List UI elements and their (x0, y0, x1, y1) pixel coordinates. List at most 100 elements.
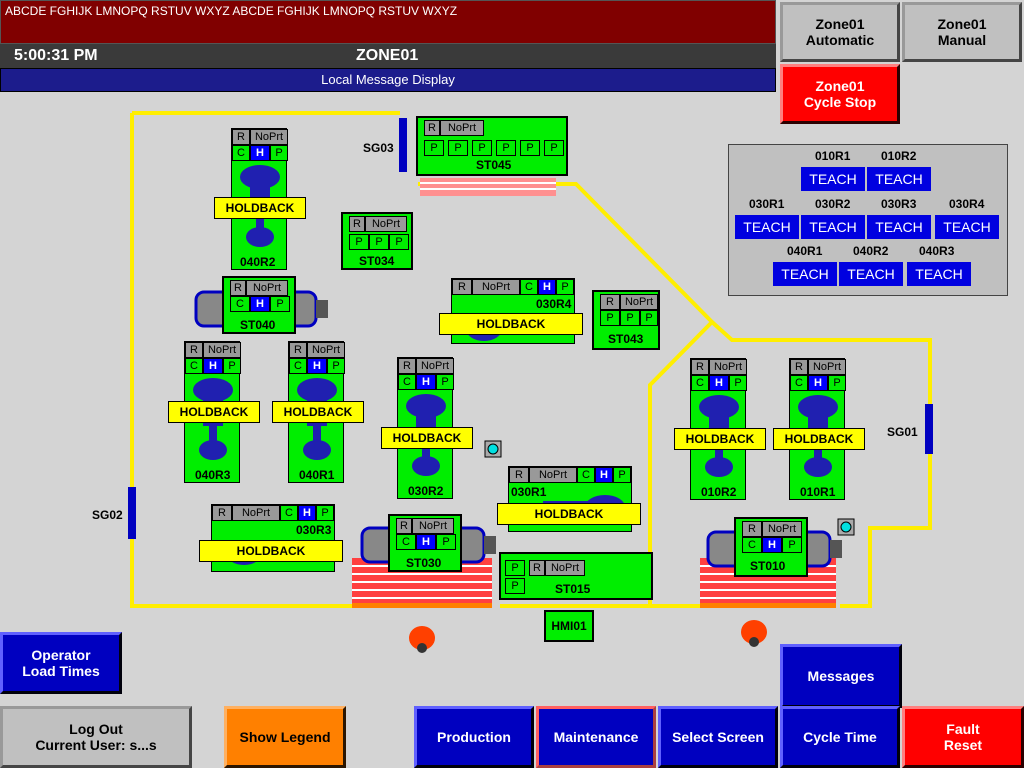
logout-button[interactable]: Log Out Current User: s...s (0, 706, 192, 768)
gate-sg02-marker (128, 487, 136, 539)
h-cell: H (250, 296, 270, 312)
p-cell: P (520, 140, 540, 156)
messages-button[interactable]: Messages (780, 644, 902, 708)
teach-button-030R1[interactable]: TEACH (735, 215, 799, 239)
noprt-cell: NoPrt (529, 467, 577, 483)
p-cell: P (613, 467, 631, 483)
p-cell: P (556, 279, 574, 295)
noprt-cell: NoPrt (709, 359, 747, 375)
r-cell: R (230, 280, 246, 296)
p-cell: P (496, 140, 516, 156)
noprt-cell: NoPrt (307, 342, 345, 358)
fault-reset-button[interactable]: Fault Reset (902, 706, 1024, 768)
holdback-040R1: HOLDBACK (272, 401, 364, 423)
select-screen-button[interactable]: Select Screen (658, 706, 778, 768)
c-cell: C (280, 505, 298, 521)
station-label: ST045 (476, 158, 512, 172)
c-cell: C (691, 375, 709, 391)
h-cell: H (250, 145, 270, 161)
noprt-cell: NoPrt (762, 521, 802, 537)
station-st030[interactable]: R NoPrt C H P ST030 (388, 514, 462, 572)
r-cell: R (185, 342, 203, 358)
station-st045[interactable]: R NoPrt P P P P P P ST045 (416, 116, 568, 176)
station-st010[interactable]: R NoPrt C H P ST010 (734, 517, 808, 577)
p-cell: P (544, 140, 564, 156)
h-cell: H (538, 279, 556, 295)
r-cell: R (452, 279, 472, 295)
robot-label: 040R2 (240, 255, 276, 269)
conveyor-st045 (420, 178, 556, 196)
teach-label-010R2: 010R2 (881, 149, 917, 163)
p-cell: P (270, 145, 288, 161)
teach-label-040R1: 040R1 (787, 244, 823, 258)
p-cell: P (505, 560, 525, 576)
gate-sg01-label: SG01 (887, 425, 918, 439)
teach-label-030R2: 030R2 (815, 197, 851, 211)
r-cell: R (424, 120, 440, 136)
noprt-cell: NoPrt (412, 518, 454, 534)
teach-button-040R1[interactable]: TEACH (773, 262, 837, 286)
c-cell: C (742, 537, 762, 553)
teach-button-030R2[interactable]: TEACH (801, 215, 865, 239)
teach-button-040R2[interactable]: TEACH (839, 262, 903, 286)
station-label: ST043 (608, 332, 644, 346)
r-cell: R (349, 216, 365, 232)
noprt-cell: NoPrt (203, 342, 241, 358)
p-cell: P (472, 140, 492, 156)
noprt-cell: NoPrt (808, 359, 846, 375)
teach-button-040R3[interactable]: TEACH (907, 262, 971, 286)
operator-icon-right (741, 620, 767, 647)
robot-label: 030R2 (408, 484, 444, 498)
station-st043[interactable]: R NoPrt P P P ST043 (592, 290, 660, 350)
h-cell: H (416, 374, 436, 390)
noprt-cell: NoPrt (246, 280, 288, 296)
robot-label: 030R3 (296, 523, 332, 537)
p-cell: P (349, 234, 369, 250)
h-cell: H (203, 358, 223, 374)
holdback-010R1: HOLDBACK (773, 428, 865, 450)
show-legend-button[interactable]: Show Legend (224, 706, 346, 768)
operator-icon-left (409, 626, 435, 653)
teach-button-030R4[interactable]: TEACH (935, 215, 999, 239)
station-label: ST040 (240, 318, 276, 332)
teach-label-030R4: 030R4 (949, 197, 985, 211)
r-cell: R (212, 505, 232, 521)
holdback-030R1: HOLDBACK (497, 503, 641, 525)
holdback-040R2: HOLDBACK (214, 197, 306, 219)
noprt-cell: NoPrt (365, 216, 407, 232)
c-cell: C (577, 467, 595, 483)
p-cell: P (640, 310, 658, 326)
maintenance-button[interactable]: Maintenance (536, 706, 656, 768)
p-cell: P (270, 296, 290, 312)
holdback-010R2: HOLDBACK (674, 428, 766, 450)
cycle-time-button[interactable]: Cycle Time (780, 706, 900, 768)
p-cell: P (436, 374, 454, 390)
noprt-cell: NoPrt (416, 358, 454, 374)
r-cell: R (790, 359, 808, 375)
operator-load-times-button[interactable]: Operator Load Times (0, 632, 122, 694)
teach-label-030R3: 030R3 (881, 197, 917, 211)
station-st015[interactable]: P P R NoPrt ST015 (499, 552, 653, 600)
c-cell: C (790, 375, 808, 391)
noprt-cell: NoPrt (620, 294, 658, 310)
teach-label-030R1: 030R1 (749, 197, 785, 211)
teach-button-010R2[interactable]: TEACH (867, 167, 931, 191)
p-cell: P (223, 358, 241, 374)
p-cell: P (448, 140, 468, 156)
production-button[interactable]: Production (414, 706, 534, 768)
r-cell: R (509, 467, 529, 483)
teach-panel: 010R1 010R2 TEACH TEACH 030R1 030R2 030R… (728, 144, 1008, 296)
holdback-040R3: HOLDBACK (168, 401, 260, 423)
hmi01[interactable]: HMI01 (544, 610, 594, 642)
teach-button-010R1[interactable]: TEACH (801, 167, 865, 191)
gate-sg02-label: SG02 (92, 508, 123, 522)
robot-label: 030R1 (511, 485, 547, 499)
station-label: ST015 (555, 582, 591, 596)
station-st040[interactable]: R NoPrt C H P ST040 (222, 276, 296, 334)
teach-button-030R3[interactable]: TEACH (867, 215, 931, 239)
p-cell: P (436, 534, 456, 550)
station-st034[interactable]: R NoPrt P P P ST034 (341, 212, 413, 270)
noprt-cell: NoPrt (232, 505, 280, 521)
h-cell: H (595, 467, 613, 483)
holdback-030R4: HOLDBACK (439, 313, 583, 335)
